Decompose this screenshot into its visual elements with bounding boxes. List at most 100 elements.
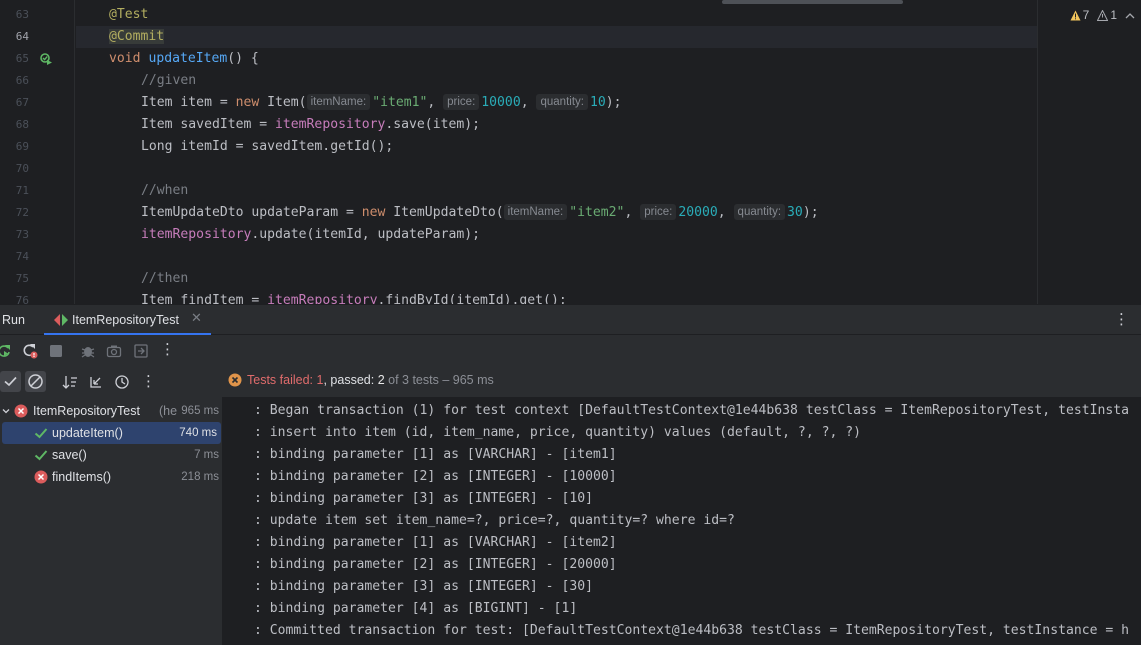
test-name: save() xyxy=(52,448,87,462)
collapse-icon[interactable] xyxy=(88,374,104,390)
failed-status-icon xyxy=(228,373,242,387)
history-clock-icon[interactable] xyxy=(114,374,130,390)
camera-icon[interactable] xyxy=(106,343,122,359)
weak-warning-icon xyxy=(1097,9,1109,21)
weak-warning-count[interactable]: 1 xyxy=(1097,8,1117,22)
check-icon xyxy=(4,376,17,387)
parameter-hint: price: xyxy=(443,94,480,110)
test-duration: 740 ms xyxy=(179,427,217,439)
test-duration: 7 ms xyxy=(194,449,219,461)
exit-icon[interactable] xyxy=(133,343,149,359)
code-text: , xyxy=(624,205,641,220)
console-line: : binding parameter [4] as [BIGINT] - [1… xyxy=(254,601,578,616)
console-line: : update item set item_name=?, price=?, … xyxy=(254,513,735,528)
annotation: @Commit xyxy=(109,29,165,44)
ignored-icon xyxy=(28,374,43,389)
code-text: , xyxy=(520,95,537,110)
console-line: : binding parameter [3] as [INTEGER] - [… xyxy=(254,491,593,506)
tree-node-test-method[interactable]: save() 7 ms xyxy=(0,444,223,466)
passed-test-icon xyxy=(34,450,48,461)
editor-gutter: 63 64 65 66 67 68 69 70 71 72 73 74 75 7… xyxy=(0,0,75,304)
debug-icon[interactable] xyxy=(80,343,96,359)
method-name: updateItem xyxy=(148,51,228,66)
gutter-line: 63 xyxy=(0,4,74,26)
failed-test-icon xyxy=(34,470,48,484)
keyword: void xyxy=(109,51,141,66)
code-text: Item item = xyxy=(141,95,236,110)
line-number: 74 xyxy=(15,250,29,263)
parameter-hint: quantity: xyxy=(733,204,786,220)
string-literal: "item1" xyxy=(372,95,428,110)
gutter-line: 74 xyxy=(0,246,74,268)
tree-node-test-method[interactable]: updateItem() 740 ms xyxy=(2,422,221,444)
tab-item-repository-test[interactable]: ItemRepositoryTest ✕ xyxy=(44,305,211,335)
console-line: : binding parameter [2] as [INTEGER] - [… xyxy=(254,469,617,484)
gutter-line: 65 xyxy=(0,48,74,70)
field-reference: itemRepository xyxy=(275,117,386,132)
console-output[interactable]: : Began transaction (1) for test context… xyxy=(224,397,1141,645)
gutter-line: 75 xyxy=(0,268,74,290)
code-editor[interactable]: 63 64 65 66 67 68 69 70 71 72 73 74 75 7… xyxy=(0,0,1141,304)
tab-label: ItemRepositoryTest xyxy=(72,313,179,327)
line-number: 63 xyxy=(15,8,29,21)
gutter-line: 68 xyxy=(0,114,74,136)
more-options-icon[interactable]: ⋮ xyxy=(1114,310,1129,328)
parameter-hint: price: xyxy=(640,204,677,220)
run-toolbar: ⋮ xyxy=(0,335,1141,367)
code-line: ItemUpdateDto updateParam = new ItemUpda… xyxy=(76,202,1037,224)
passed-test-icon xyxy=(34,428,48,439)
code-area[interactable]: @Test @Commit void updateItem() { //give… xyxy=(76,0,1141,304)
code-text: , xyxy=(717,205,734,220)
number-literal: 20000 xyxy=(678,205,718,220)
chevron-down-icon[interactable] xyxy=(2,407,10,415)
line-number: 72 xyxy=(15,206,29,219)
gutter-line: 76 xyxy=(0,290,74,304)
rerun-icon[interactable] xyxy=(0,343,12,359)
gutter-line: 69 xyxy=(0,136,74,158)
number-literal: 30 xyxy=(787,205,803,220)
sort-alphabetically-icon[interactable] xyxy=(62,374,78,390)
string-literal: "item2" xyxy=(569,205,625,220)
gutter-line: 64 xyxy=(0,26,74,48)
rerun-failed-icon[interactable] xyxy=(22,343,38,359)
console-line: : Began transaction (1) for test context… xyxy=(254,403,1130,418)
code-line: itemRepository.update(itemId, updatePara… xyxy=(76,224,1037,246)
more-options-icon[interactable]: ⋮ xyxy=(141,372,156,390)
warning-icon xyxy=(1070,10,1081,20)
field-reference: itemRepository xyxy=(267,293,378,304)
console-line: : binding parameter [1] as [VARCHAR] - [… xyxy=(254,447,617,462)
code-line: //when xyxy=(76,180,1037,202)
code-line: //then xyxy=(76,268,1037,290)
code-line: //given xyxy=(76,70,1037,92)
code-text: Item savedItem = xyxy=(141,117,276,132)
tree-node-test-class[interactable]: ItemRepositoryTest (he 965 ms xyxy=(0,400,223,422)
warning-count[interactable]: 7 xyxy=(1070,8,1089,22)
number-literal: 10 xyxy=(589,95,606,110)
more-actions-icon[interactable]: ⋮ xyxy=(160,340,175,358)
test-summary: Tests failed: 1, passed: 2 of 3 tests – … xyxy=(228,373,494,387)
stop-icon[interactable] xyxy=(48,343,64,359)
test-name-extra: (he xyxy=(159,404,178,418)
tree-node-test-method[interactable]: findItems() 218 ms xyxy=(0,466,223,488)
console-line: : binding parameter [2] as [INTEGER] - [… xyxy=(254,557,617,572)
show-ignored-toggle[interactable] xyxy=(25,371,46,392)
comment: //when xyxy=(141,183,189,198)
gutter-line: 72 xyxy=(0,202,74,224)
line-number: 75 xyxy=(15,272,29,285)
inspection-widget[interactable]: 7 1 xyxy=(1070,8,1135,22)
passed-label: passed: xyxy=(330,373,375,387)
code-text: Item( xyxy=(259,95,307,110)
run-test-gutter-icon[interactable] xyxy=(40,53,52,65)
line-number: 70 xyxy=(15,162,29,175)
right-margin-guide xyxy=(1037,0,1038,304)
show-passed-toggle[interactable] xyxy=(0,371,21,392)
close-icon[interactable]: ✕ xyxy=(191,311,202,326)
chevron-up-icon[interactable] xyxy=(1125,11,1135,21)
code-text: .findById(itemId).get(); xyxy=(377,293,567,304)
code-line: @Test xyxy=(76,4,1037,26)
code-line: Long itemId = savedItem.getId(); xyxy=(76,136,1037,158)
line-number: 68 xyxy=(15,118,29,131)
comment: //given xyxy=(141,73,197,88)
parameter-hint: quantity: xyxy=(536,94,588,110)
code-text: ); xyxy=(605,95,622,110)
